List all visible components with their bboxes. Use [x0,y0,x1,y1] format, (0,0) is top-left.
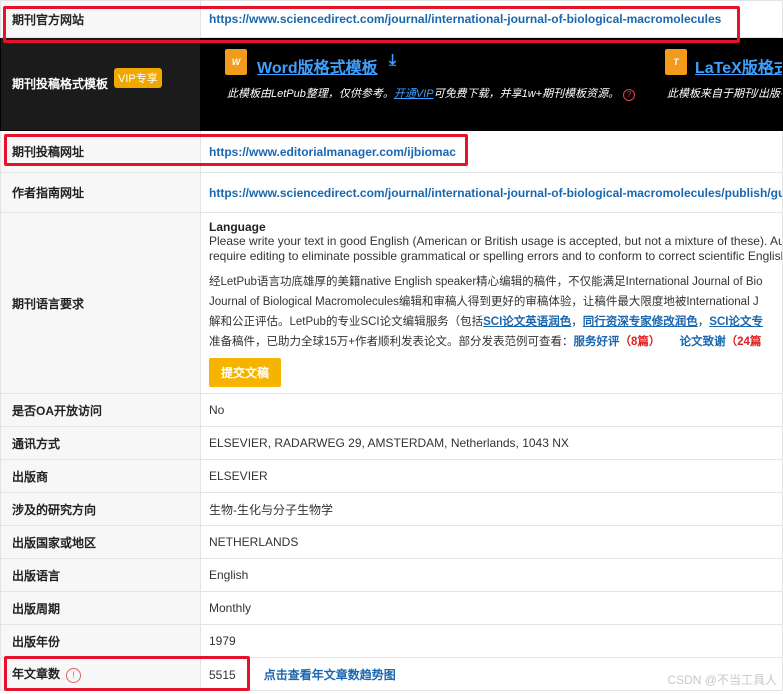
language-text-line2: require editing to eliminate possible gr… [209,248,783,263]
submit-manuscript-button[interactable]: 提交文稿 [209,357,282,387]
row-template: 期刊投稿格式模板 VIP专享 W Word版格式模板 ⤓ 此模板由LetPub整理… [0,37,783,131]
year-label: 出版年份 [0,624,201,658]
publisher-value: ELSEVIER [200,459,783,493]
country-value: NETHERLANDS [200,525,783,559]
latex-template-desc: 此模板来自于期刊/出版社 [667,88,783,100]
publisher-label: 出版商 [0,459,201,493]
row-publisher: 出版商 ELSEVIER [0,459,783,493]
expert-polish-link[interactable]: 同行资深专家修改润色 [583,316,698,328]
latex-template-link[interactable]: LaTeX版格式 [695,54,782,78]
row-frequency: 出版周期 Monthly [0,591,783,625]
word-doc-icon: W [225,49,247,75]
articles-value: 5515 [209,667,236,682]
english-polish-link[interactable]: SCI论文英语润色 [483,316,571,328]
row-country: 出版国家或地区 NETHERLANDS [0,525,783,559]
row-official-site: 期刊官方网站 https://www.sciencedirect.com/jou… [0,0,783,38]
info-icon[interactable]: ! [66,668,82,683]
row-submission-site: 期刊投稿网址 https://www.editorialmanager.com/… [0,130,783,173]
research-value: 生物-生化与分子生物学 [200,492,783,526]
official-site-label: 期刊官方网站 [0,0,201,38]
service-review-count: （8篇） [619,335,661,348]
row-oa: 是否OA开放访问 No [0,393,783,427]
language-label: 期刊语言要求 [0,212,201,394]
letpub-text-line1: 经LetPub语言功底雄厚的美籍native English speaker精心… [209,275,763,288]
watermark: CSDN @不当工具人 [667,673,777,687]
letpub-text-line2: Journal of Biological Macromolecules编辑和审… [209,295,759,308]
research-label: 涉及的研究方向 [0,492,201,526]
download-icon[interactable]: ⤓ [389,52,396,70]
author-guide-link[interactable]: https://www.sciencedirect.com/journal/in… [209,186,782,200]
contact-value: ELSEVIER, RADARWEG 29, AMSTERDAM, Nether… [200,426,783,460]
year-value: 1979 [200,624,783,658]
pub-language-value: English [200,558,783,592]
frequency-value: Monthly [200,591,783,625]
vip-badge: VIP专享 [114,68,162,88]
official-site-link[interactable]: https://www.sciencedirect.com/journal/in… [209,12,721,26]
word-template-link[interactable]: Word版格式模板 [257,54,378,78]
open-vip-link[interactable]: 开通VIP [394,88,434,100]
word-template-desc: 此模板由LetPub整理，仅供参考。开通VIP可免费下载，并享1w+期刊模板资源… [227,85,636,101]
acknowledgement-count: （24篇 [725,335,762,348]
help-icon[interactable]: ? [623,89,636,101]
articles-trend-link[interactable]: 点击查看年文章数趋势图 [264,668,396,682]
frequency-label: 出版周期 [0,591,201,625]
row-pub-language: 出版语言 English [0,558,783,592]
articles-label: 年文章数 [12,667,61,681]
oa-value: No [200,393,783,427]
language-heading: Language [209,219,266,234]
sci-service-link[interactable]: SCI论文专 [709,316,763,328]
service-review-link[interactable]: 服务好评 [574,336,620,348]
author-guide-label: 作者指南网址 [0,172,201,213]
pub-language-label: 出版语言 [0,558,201,592]
row-research: 涉及的研究方向 生物-生化与分子生物学 [0,492,783,526]
language-text-line1: Please write your text in good English (… [209,233,783,248]
contact-label: 通讯方式 [0,426,201,460]
oa-label: 是否OA开放访问 [0,393,201,427]
row-year: 出版年份 1979 [0,624,783,658]
template-panel: W Word版格式模板 ⤓ 此模板由LetPub整理，仅供参考。开通VIP可免费… [202,41,783,127]
row-author-guide: 作者指南网址 https://www.sciencedirect.com/jou… [0,172,783,213]
country-label: 出版国家或地区 [0,525,201,559]
acknowledgement-link[interactable]: 论文致谢 [680,336,726,348]
row-articles: 年文章数! 5515 点击查看年文章数趋势图 [0,657,783,691]
journal-info-table: 期刊官方网站 https://www.sciencedirect.com/jou… [0,0,783,691]
submission-site-label: 期刊投稿网址 [0,130,201,173]
row-contact: 通讯方式 ELSEVIER, RADARWEG 29, AMSTERDAM, N… [0,426,783,460]
submission-site-link[interactable]: https://www.editorialmanager.com/ijbioma… [209,145,456,159]
template-label: 期刊投稿格式模板 [12,77,109,91]
latex-doc-icon: T [665,49,687,75]
row-language: 期刊语言要求 Language Please write your text i… [0,212,783,394]
